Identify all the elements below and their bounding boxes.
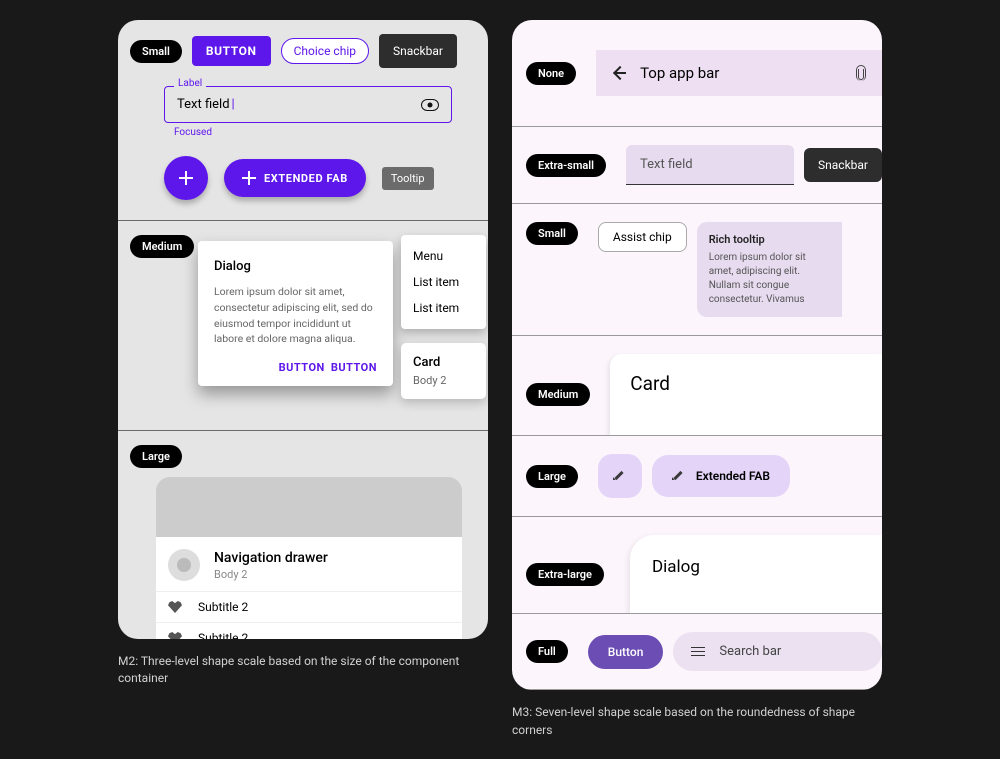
rich-tooltip: Rich tooltip Lorem ipsum dolor sit amet,… bbox=[697, 222, 842, 317]
m3-caption: M3: Seven-level shape scale based on the… bbox=[512, 704, 882, 739]
m3-card[interactable]: Card bbox=[610, 354, 882, 435]
text-field-value: Text field bbox=[177, 97, 230, 112]
dialog-action-button[interactable]: BUTTON bbox=[331, 361, 377, 374]
choice-chip[interactable]: Choice chip bbox=[281, 38, 369, 64]
size-pill-large: Large bbox=[526, 465, 578, 488]
dialog-action-button[interactable]: BUTTON bbox=[279, 361, 325, 374]
menu-item[interactable]: List item bbox=[401, 269, 486, 295]
size-pill-xs: Extra-small bbox=[526, 154, 606, 177]
fab[interactable] bbox=[164, 156, 208, 200]
m2-button[interactable]: BUTTON bbox=[192, 36, 271, 66]
m3-column: None Top app bar Extra-small Text field … bbox=[512, 20, 882, 739]
size-pill-large: Large bbox=[130, 445, 182, 468]
m2-column: Small BUTTON Choice chip Snackbar Label … bbox=[118, 20, 488, 739]
menu-icon[interactable] bbox=[691, 647, 705, 657]
menu-item[interactable]: Menu bbox=[401, 243, 486, 269]
drawer-title: Navigation drawer bbox=[214, 550, 328, 566]
heart-icon bbox=[168, 601, 182, 613]
m3-full-section: Full Button Search bar bbox=[512, 614, 882, 690]
size-pill-none: None bbox=[526, 62, 576, 85]
m3-xl-section: Extra-large Dialog bbox=[512, 517, 882, 614]
m3-none-section: None Top app bar bbox=[512, 20, 882, 127]
m3-small-section: Small Assist chip Rich tooltip Lorem ips… bbox=[512, 204, 882, 336]
size-pill-medium: Medium bbox=[130, 235, 194, 258]
menu: Menu List item List item bbox=[401, 235, 486, 329]
snackbar: Snackbar bbox=[379, 34, 457, 68]
menu-item[interactable]: List item bbox=[401, 295, 486, 321]
tooltip: Tooltip bbox=[382, 167, 434, 190]
dialog: Dialog Lorem ipsum dolor sit amet, conse… bbox=[198, 241, 393, 386]
plus-icon bbox=[242, 171, 256, 185]
plus-icon bbox=[179, 171, 193, 185]
drawer-item[interactable]: Subtitle 2 bbox=[156, 591, 462, 622]
search-bar[interactable]: Search bar bbox=[673, 632, 882, 671]
avatar-icon bbox=[168, 549, 200, 581]
top-app-bar-title: Top app bar bbox=[640, 64, 842, 82]
text-field[interactable]: Label Text field| Focused bbox=[164, 86, 452, 138]
pencil-icon bbox=[613, 469, 627, 483]
m2-medium-section: Medium Dialog Lorem ipsum dolor sit amet… bbox=[118, 221, 488, 431]
text-field-label: Label bbox=[174, 78, 206, 89]
size-pill-small: Small bbox=[526, 222, 578, 245]
card-body: Body 2 bbox=[413, 374, 474, 387]
search-bar-placeholder: Search bar bbox=[719, 644, 781, 659]
bottom-sheet[interactable] bbox=[156, 477, 462, 537]
size-pill-medium: Medium bbox=[526, 383, 590, 406]
visibility-icon[interactable] bbox=[421, 99, 439, 111]
text-field-helper: Focused bbox=[174, 127, 452, 138]
m3-dialog: Dialog bbox=[630, 535, 882, 613]
m2-large-section: Large Navigation drawer Body 2 Subtitle … bbox=[118, 431, 488, 639]
m3-snackbar: Snackbar bbox=[804, 148, 882, 182]
drawer-subtitle: Body 2 bbox=[214, 568, 328, 581]
pencil-icon bbox=[672, 469, 686, 483]
m3-text-field[interactable]: Text field bbox=[626, 145, 794, 185]
m2-panel: Small BUTTON Choice chip Snackbar Label … bbox=[118, 20, 488, 639]
m3-extended-fab[interactable]: Extended FAB bbox=[652, 455, 790, 497]
m3-large-section: Large Extended FAB bbox=[512, 436, 882, 517]
m3-button[interactable]: Button bbox=[588, 635, 664, 669]
assist-chip[interactable]: Assist chip bbox=[598, 222, 687, 252]
card[interactable]: Card Body 2 bbox=[401, 343, 486, 399]
rich-tooltip-title: Rich tooltip bbox=[709, 232, 830, 247]
dialog-body: Lorem ipsum dolor sit amet, consectetur … bbox=[214, 284, 377, 347]
m3-card-title: Card bbox=[630, 372, 862, 395]
heart-icon bbox=[168, 632, 182, 639]
rich-tooltip-body: Lorem ipsum dolor sit amet, adipiscing e… bbox=[709, 251, 830, 307]
attachment-icon[interactable] bbox=[856, 65, 866, 81]
back-arrow-icon[interactable] bbox=[612, 66, 626, 80]
m3-extended-fab-label: Extended FAB bbox=[696, 469, 770, 483]
navigation-drawer: Navigation drawer Body 2 Subtitle 2 Subt… bbox=[156, 537, 462, 639]
size-pill-full: Full bbox=[526, 640, 568, 663]
m3-dialog-title: Dialog bbox=[652, 557, 860, 577]
m3-xs-section: Extra-small Text field Snackbar bbox=[512, 127, 882, 204]
m3-panel: None Top app bar Extra-small Text field … bbox=[512, 20, 882, 690]
m2-small-section: Small BUTTON Choice chip Snackbar Label … bbox=[118, 20, 488, 221]
drawer-item[interactable]: Subtitle 2 bbox=[156, 622, 462, 639]
m2-caption: M2: Three-level shape scale based on the… bbox=[118, 653, 488, 688]
dialog-title: Dialog bbox=[214, 259, 377, 274]
m3-medium-section: Medium Card bbox=[512, 336, 882, 436]
extended-fab[interactable]: EXTENDED FAB bbox=[224, 159, 366, 197]
size-pill-small: Small bbox=[130, 40, 182, 63]
extended-fab-label: EXTENDED FAB bbox=[264, 172, 348, 185]
size-pill-xl: Extra-large bbox=[526, 563, 604, 586]
card-title: Card bbox=[413, 355, 474, 370]
m3-fab[interactable] bbox=[598, 454, 642, 498]
top-app-bar: Top app bar bbox=[596, 50, 882, 96]
